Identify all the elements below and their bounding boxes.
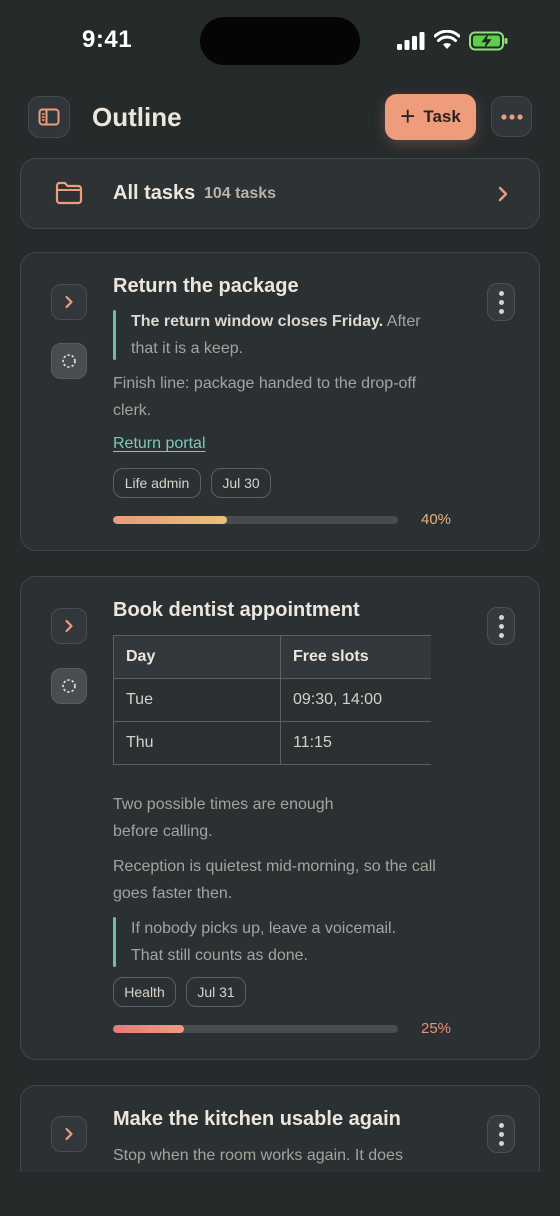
cellular-signal-icon <box>397 32 425 50</box>
task-paragraph: Reception is quietest mid-morning, so th… <box>113 858 436 902</box>
dashed-circle-icon <box>62 679 76 693</box>
task-card[interactable]: Book dentist appointment Day Free slots … <box>20 576 540 1060</box>
dot <box>498 623 504 629</box>
progress-fill <box>113 516 227 524</box>
add-task-label: Task <box>423 107 461 126</box>
dot <box>498 308 504 314</box>
more-options-button[interactable] <box>491 96 532 137</box>
table-header-row: Day Free slots <box>113 635 431 679</box>
task-note: Finish line: package handed to the drop-… <box>113 375 417 419</box>
battery-charging-icon <box>469 31 508 51</box>
page-title: Outline <box>92 102 182 132</box>
expand-button[interactable] <box>51 1116 87 1152</box>
all-tasks-row[interactable]: All tasks 104 tasks <box>20 158 540 229</box>
table-cell: 09:30, 14:00 <box>280 678 431 722</box>
dot <box>498 614 504 620</box>
ellipsis-icon <box>500 113 523 120</box>
dot <box>498 299 504 305</box>
chevron-right-icon <box>65 295 73 309</box>
sidebar-icon <box>38 108 60 126</box>
progress-label: 40% <box>421 511 452 528</box>
table-cell: 11:15 <box>280 721 431 765</box>
progress-bar <box>113 1025 398 1033</box>
dot <box>498 632 504 638</box>
task-menu-button[interactable] <box>487 1115 515 1153</box>
task-quote: If nobody picks up, leave a voicemail. T… <box>113 915 423 969</box>
task-status-button[interactable] <box>51 668 87 704</box>
table-cell: Thu <box>113 721 281 765</box>
progress-bar <box>113 516 398 524</box>
status-bar: 9:41 <box>0 0 560 84</box>
task-status-button[interactable] <box>51 343 87 379</box>
table-row: Thu 11:15 <box>113 721 431 765</box>
task-menu-button[interactable] <box>487 283 515 321</box>
progress-label: 25% <box>421 1020 452 1037</box>
tag-life-admin[interactable]: Life admin <box>113 468 201 498</box>
task-menu-button[interactable] <box>487 607 515 645</box>
dot <box>498 1131 504 1137</box>
table-header: Day <box>113 635 281 679</box>
tag-date[interactable]: Jul 30 <box>211 468 271 498</box>
task-title: Return the package <box>113 275 299 297</box>
dot <box>498 1122 504 1128</box>
sidebar-toggle-button[interactable] <box>28 96 70 138</box>
dot <box>498 1140 504 1146</box>
return-portal-link[interactable]: Return portal <box>113 435 206 453</box>
task-title: Make the kitchen usable again <box>113 1108 401 1130</box>
dot <box>498 290 504 296</box>
expand-button[interactable] <box>51 284 87 320</box>
folder-icon <box>55 181 83 205</box>
expand-button[interactable] <box>51 608 87 644</box>
chevron-right-icon <box>65 1127 73 1141</box>
wifi-icon <box>434 30 460 49</box>
status-time: 9:41 <box>82 26 133 53</box>
task-paragraph: Two possible times are enough before cal… <box>113 796 334 840</box>
add-task-button[interactable]: + Task <box>385 94 476 140</box>
dashed-circle-icon <box>62 354 76 368</box>
quote-bold: The return window closes Friday. <box>131 313 384 330</box>
free-slots-table: Day Free slots Tue 09:30, 14:00 Thu 11:1… <box>113 635 431 765</box>
table-row: Tue 09:30, 14:00 <box>113 678 431 722</box>
app-header: Outline + Task <box>0 92 560 144</box>
bottom-clip <box>0 1172 560 1216</box>
all-tasks-count: 104 tasks <box>204 185 277 202</box>
tag-date[interactable]: Jul 31 <box>186 977 246 1007</box>
table-cell: Tue <box>113 678 281 722</box>
tag-health[interactable]: Health <box>113 977 176 1007</box>
chevron-right-icon <box>65 619 73 633</box>
task-title: Book dentist appointment <box>113 599 360 621</box>
dynamic-island <box>200 17 360 65</box>
progress-fill <box>113 1025 185 1033</box>
task-card[interactable]: Return the package The return window clo… <box>20 252 540 551</box>
plus-icon: + <box>400 101 416 131</box>
chevron-right-icon <box>498 186 508 202</box>
all-tasks-label: All tasks <box>113 182 196 204</box>
task-quote: The return window closes Friday. After t… <box>113 308 443 362</box>
task-note: Stop when the room works again. It does <box>113 1147 403 1164</box>
table-header: Free slots <box>280 635 431 679</box>
